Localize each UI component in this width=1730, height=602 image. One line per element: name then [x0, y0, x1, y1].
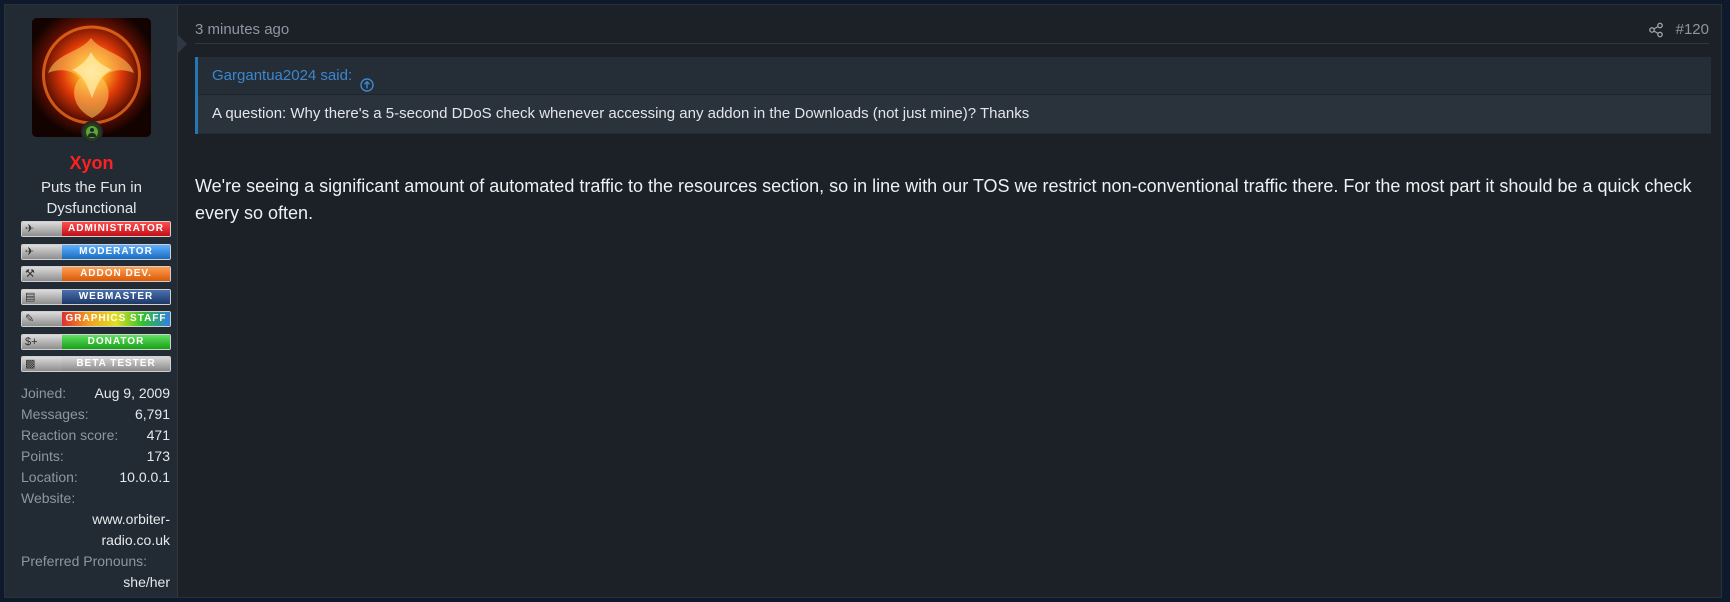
banner-donator: $+ DONATOR — [21, 333, 171, 350]
avatar[interactable] — [32, 18, 151, 137]
post-main: 3 minutes ago #120 Gargantua2024 said: A… — [178, 5, 1721, 597]
header-divider — [195, 43, 1709, 44]
chip-icon: ▩ — [22, 357, 62, 371]
post-timestamp[interactable]: 3 minutes ago — [195, 21, 289, 38]
username[interactable]: Xyon — [5, 153, 178, 174]
post-number-link[interactable]: #120 — [1676, 21, 1709, 38]
post-message: We're seeing a significant amount of aut… — [195, 176, 1692, 223]
online-status-icon — [81, 121, 103, 143]
quote-author-link[interactable]: Gargantua2024 said: — [212, 57, 352, 94]
user-title: Puts the Fun in Dysfunctional — [41, 179, 142, 217]
jump-to-quote-icon[interactable] — [360, 69, 374, 92]
banner-graphics-staff: ✎ GRAPHICS STAFF — [21, 311, 171, 327]
banner-beta-tester: ▩ BETA TESTER — [21, 356, 171, 372]
banner-administrator: ✈ ADMINISTRATOR — [21, 221, 171, 237]
user-stats: Joined: Aug 9, 2009 Messages: 6,791 Reac… — [21, 383, 170, 593]
wings-icon: ✈ — [22, 222, 62, 236]
quote-header: Gargantua2024 said: — [198, 57, 1711, 95]
quote-text: A question: Why there's a 5-second DDoS … — [198, 95, 1711, 133]
wings-icon: ✈ — [22, 244, 62, 259]
banner-moderator: ✈ MODERATOR — [21, 243, 171, 260]
stat-location: Location: 10.0.0.1 — [21, 469, 170, 485]
post-tools: #120 — [1648, 21, 1709, 38]
stat-points: Points: 173 — [21, 448, 170, 464]
stat-pronouns-label: Preferred Pronouns: — [21, 553, 148, 569]
stat-reaction-score: Reaction score: 471 — [21, 427, 170, 443]
dollar-icon: $+ — [22, 334, 62, 349]
user-banners: ✈ ADMINISTRATOR ✈ MODERATOR ⚒ ADDON DEV.… — [21, 221, 171, 379]
server-icon: ▤ — [22, 289, 62, 304]
share-icon[interactable] — [1648, 22, 1664, 38]
stat-website[interactable]: www.orbiter-radio.co.uk — [21, 509, 170, 551]
phoenix-icon — [32, 18, 151, 137]
stat-website-label: Website: — [21, 490, 76, 506]
stat-messages: Messages: 6,791 — [21, 406, 170, 422]
banner-webmaster: ▤ WEBMASTER — [21, 288, 171, 305]
pencil-icon: ✎ — [22, 312, 62, 326]
banner-addon-dev: ⚒ ADDON DEV. — [21, 266, 171, 282]
user-sidebar: Xyon Puts the Fun in Dysfunctional ✈ ADM… — [5, 5, 178, 597]
stat-joined: Joined: Aug 9, 2009 — [21, 385, 170, 401]
quote-block: Gargantua2024 said: A question: Why ther… — [195, 57, 1711, 134]
stat-pronouns: she/her — [123, 574, 170, 590]
wrench-icon: ⚒ — [22, 267, 62, 281]
post-container: Xyon Puts the Fun in Dysfunctional ✈ ADM… — [4, 4, 1722, 598]
